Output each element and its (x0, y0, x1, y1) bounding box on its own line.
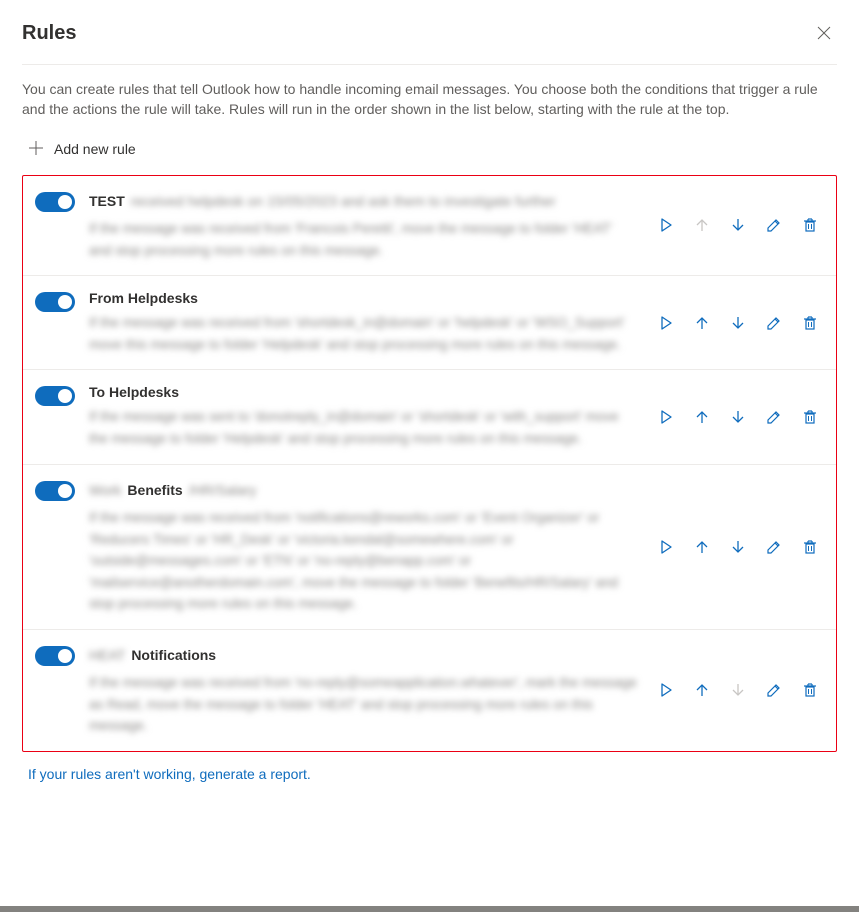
rule-row: To Helpdesks If the message was sent to '… (23, 370, 836, 464)
run-rule-button-icon (658, 315, 674, 331)
run-rule-button-icon (658, 682, 674, 698)
add-new-rule-label: Add new rule (54, 141, 136, 157)
rule-name: TEST (89, 193, 125, 209)
edit-rule-button[interactable] (760, 211, 788, 239)
rule-row: TEST received helpdesk on 15/05/2023 and … (23, 176, 836, 277)
delete-rule-button-icon (802, 217, 818, 233)
edit-rule-button-icon (766, 315, 782, 331)
delete-rule-button[interactable] (796, 211, 824, 239)
edit-rule-button[interactable] (760, 309, 788, 337)
run-rule-button[interactable] (652, 403, 680, 431)
edit-rule-button-icon (766, 409, 782, 425)
move-up-button-icon (694, 217, 710, 233)
rule-toggle[interactable] (35, 192, 75, 212)
close-icon (817, 26, 831, 40)
rule-body: To Helpdesks If the message was sent to '… (89, 384, 638, 449)
rule-toggle[interactable] (35, 386, 75, 406)
rule-description-obscured: If the message was received from 'shortd… (89, 312, 638, 355)
run-rule-button[interactable] (652, 676, 680, 704)
page-title: Rules (22, 22, 76, 45)
edit-rule-button-icon (766, 539, 782, 555)
move-down-button-icon (730, 409, 746, 425)
edit-rule-button[interactable] (760, 403, 788, 431)
rule-row: HEAT Notifications If the message was rece… (23, 630, 836, 751)
delete-rule-button-icon (802, 409, 818, 425)
rule-body: Work Benefits/HR/Salary If the message was… (89, 479, 638, 615)
delete-rule-button[interactable] (796, 309, 824, 337)
rule-actions (652, 309, 824, 337)
rule-actions (652, 676, 824, 704)
rule-title: From Helpdesks (89, 290, 638, 306)
generate-report-link[interactable]: If your rules aren't working, generate a… (28, 766, 311, 782)
rule-row: From Helpdesks If the message was receive… (23, 276, 836, 370)
move-up-button[interactable] (688, 676, 716, 704)
rule-title-suffix-obscured: /HR/Salary (189, 479, 257, 501)
run-rule-button-icon (658, 409, 674, 425)
rule-actions (652, 403, 824, 431)
rule-row: Work Benefits/HR/Salary If the message was… (23, 465, 836, 630)
edit-rule-button[interactable] (760, 676, 788, 704)
close-button[interactable] (811, 20, 837, 46)
edit-rule-button[interactable] (760, 533, 788, 561)
footer-bar (0, 906, 859, 912)
move-down-button[interactable] (724, 403, 752, 431)
rule-name: Notifications (131, 647, 216, 663)
rule-body: HEAT Notifications If the message was rece… (89, 644, 638, 737)
delete-rule-button[interactable] (796, 676, 824, 704)
intro-text: You can create rules that tell Outlook h… (22, 64, 837, 120)
edit-rule-button-icon (766, 682, 782, 698)
move-up-button-icon (694, 539, 710, 555)
run-rule-button[interactable] (652, 309, 680, 337)
run-rule-button[interactable] (652, 533, 680, 561)
rule-toggle[interactable] (35, 292, 75, 312)
rule-description-obscured: If the message was received from 'no-rep… (89, 672, 638, 737)
rule-title: To Helpdesks (89, 384, 638, 400)
rule-actions (652, 533, 824, 561)
run-rule-button-icon (658, 539, 674, 555)
rule-description-obscured: If the message was received from 'Franco… (89, 218, 638, 261)
rule-title: TEST received helpdesk on 15/05/2023 and … (89, 190, 638, 212)
rule-body: TEST received helpdesk on 15/05/2023 and … (89, 190, 638, 262)
move-down-button-icon (730, 682, 746, 698)
rules-list-highlighted: TEST received helpdesk on 15/05/2023 and … (22, 175, 837, 752)
rule-title: HEAT Notifications (89, 644, 638, 666)
move-down-button[interactable] (724, 533, 752, 561)
move-up-button[interactable] (688, 533, 716, 561)
rule-actions (652, 211, 824, 239)
move-down-button-icon (730, 217, 746, 233)
move-up-button-icon (694, 315, 710, 331)
rule-description-obscured: If the message was received from 'notifi… (89, 507, 638, 615)
rule-title-prefix-obscured: HEAT (89, 644, 125, 666)
move-up-button[interactable] (688, 309, 716, 337)
delete-rule-button-icon (802, 539, 818, 555)
run-rule-button-icon (658, 217, 674, 233)
plus-icon (28, 140, 44, 159)
move-up-button (688, 211, 716, 239)
run-rule-button[interactable] (652, 211, 680, 239)
rule-toggle[interactable] (35, 646, 75, 666)
rule-title: Work Benefits/HR/Salary (89, 479, 638, 501)
delete-rule-button-icon (802, 682, 818, 698)
move-down-button (724, 676, 752, 704)
delete-rule-button[interactable] (796, 533, 824, 561)
rule-title-prefix-obscured: Work (89, 479, 121, 501)
rule-body: From Helpdesks If the message was receive… (89, 290, 638, 355)
rule-description-obscured: If the message was sent to 'donotreply_i… (89, 406, 638, 449)
move-up-button-icon (694, 682, 710, 698)
move-down-button[interactable] (724, 211, 752, 239)
move-down-button-icon (730, 315, 746, 331)
rule-name: From Helpdesks (89, 290, 198, 306)
edit-rule-button-icon (766, 217, 782, 233)
move-down-button-icon (730, 539, 746, 555)
delete-rule-button[interactable] (796, 403, 824, 431)
add-new-rule-button[interactable]: Add new rule (22, 136, 837, 175)
rule-name: Benefits (127, 482, 182, 498)
rule-title-obscured: received helpdesk on 15/05/2023 and ask … (131, 190, 556, 212)
move-up-button[interactable] (688, 403, 716, 431)
rule-name: To Helpdesks (89, 384, 179, 400)
rule-toggle[interactable] (35, 481, 75, 501)
move-up-button-icon (694, 409, 710, 425)
delete-rule-button-icon (802, 315, 818, 331)
move-down-button[interactable] (724, 309, 752, 337)
